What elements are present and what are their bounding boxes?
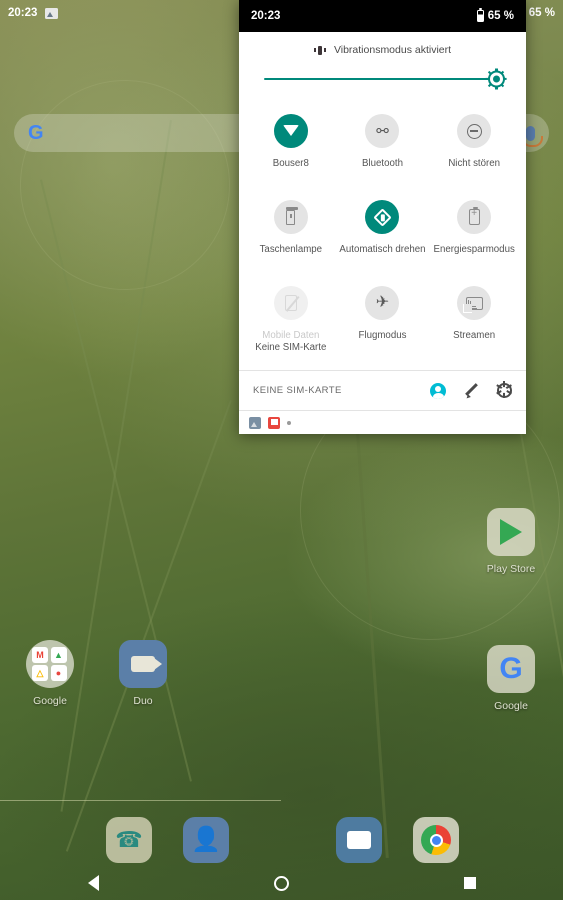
playstore-triangle: [500, 519, 522, 545]
panel-battery: 65 %: [487, 10, 514, 22]
brightness-slider[interactable]: [239, 62, 526, 96]
tile-circle: [273, 286, 308, 320]
tile-auto-rotate[interactable]: Automatisch drehen: [337, 192, 429, 278]
vibration-notice-label: Vibrationsmodus aktiviert: [333, 44, 452, 56]
dock-item-messages[interactable]: [336, 817, 382, 863]
tile-label: Bouser8: [272, 158, 309, 169]
battery-saver-icon: [468, 206, 480, 225]
no-sim-icon: [284, 295, 297, 311]
vibration-icon: [314, 44, 327, 57]
dock-item-chrome[interactable]: [413, 817, 459, 863]
tile-circle: [457, 286, 492, 320]
quick-settings-panel: 20:23 65 % Vibrationsmodus aktiviert Bou…: [239, 0, 526, 434]
tile-sublabel: Keine SIM-Karte: [255, 342, 327, 354]
tile-circle: ⚯: [365, 114, 400, 148]
panel-status-bar: 20:23 65 %: [239, 0, 526, 32]
panel-footer: KEINE SIM-KARTE: [239, 370, 526, 410]
tile-label: Automatisch drehen: [339, 244, 426, 255]
more-dot-icon: [287, 420, 291, 425]
google-icon: G: [487, 645, 535, 693]
do-not-disturb-icon: [466, 123, 482, 139]
tile-wifi[interactable]: Bouser8: [245, 106, 337, 192]
quick-settings-tiles: Bouser8 ⚯ Bluetooth Nicht stören Taschen…: [239, 96, 526, 370]
navigation-bar: [0, 866, 563, 900]
bluetooth-icon: ⚯: [376, 122, 389, 140]
pencil-icon[interactable]: [464, 383, 479, 398]
panel-status-right: 65 %: [476, 8, 514, 22]
tile-label: Taschenlampe: [259, 244, 323, 255]
playstore-icon: [487, 508, 535, 556]
folder-preview: M ▲ △ ●: [26, 640, 74, 688]
maps-icon: ▲: [50, 646, 67, 663]
wallpaper-seedhead: [20, 80, 230, 290]
gmail-icon: M: [32, 646, 48, 663]
app-label: Google: [33, 695, 67, 707]
app-icon-play-store[interactable]: Play Store: [473, 508, 549, 575]
flashlight-icon: [285, 206, 298, 225]
tile-label: Streamen: [453, 330, 496, 341]
dock: ☎ 👤: [0, 810, 563, 872]
tile-label: Nicht stören: [448, 158, 500, 169]
battery-icon: [476, 8, 484, 22]
dock-item-phone[interactable]: ☎: [106, 817, 152, 863]
brightness-thumb[interactable]: [485, 68, 507, 90]
tile-circle: [365, 200, 400, 234]
tile-circle: [457, 114, 492, 148]
tile-mobile-data[interactable]: Mobile Daten Keine SIM-Karte: [245, 278, 337, 364]
microphone-icon[interactable]: [522, 125, 543, 147]
user-avatar-icon[interactable]: [430, 382, 446, 399]
contacts-icon: 👤: [191, 826, 221, 853]
tile-flashlight[interactable]: Taschenlampe: [245, 192, 337, 278]
duo-icon: [119, 640, 167, 688]
tile-battery-saver[interactable]: Energiesparmodus: [428, 192, 520, 278]
app-icon-google[interactable]: G Google: [473, 645, 549, 712]
dock-divider: [0, 800, 281, 801]
recents-icon[interactable]: [463, 877, 476, 889]
app-icon-duo[interactable]: Duo: [105, 640, 181, 707]
messages-icon: [347, 831, 371, 849]
tile-circle: [457, 200, 492, 234]
dock-item-contacts[interactable]: 👤: [183, 817, 229, 863]
app-label: Google: [494, 700, 528, 712]
tile-label: Flugmodus: [358, 330, 407, 341]
wifi-icon: [282, 125, 299, 136]
app-label: Play Store: [486, 563, 536, 575]
app-red-icon[interactable]: [268, 416, 280, 429]
play-music-icon: ●: [50, 665, 67, 682]
notification-icon-strip[interactable]: [239, 410, 526, 434]
panel-time: 20:23: [251, 10, 281, 22]
tile-label: Mobile Daten: [262, 330, 320, 341]
status-bar-time: 20:23: [8, 7, 38, 19]
status-bar-battery: 65 %: [528, 7, 555, 19]
auto-rotate-icon: [373, 207, 392, 227]
footer-actions: [430, 381, 513, 399]
screenshot-image-icon[interactable]: [249, 416, 261, 429]
tile-airplane-mode[interactable]: ✈ Flugmodus: [337, 278, 429, 364]
chrome-icon: [421, 825, 451, 855]
tile-label: Bluetooth: [362, 158, 403, 169]
app-label: Duo: [133, 695, 153, 707]
tile-circle: [273, 114, 308, 148]
gear-icon[interactable]: [496, 381, 513, 399]
back-icon[interactable]: [87, 875, 99, 891]
tile-circle: [273, 200, 308, 234]
tile-cast[interactable]: Streamen: [428, 278, 520, 364]
image-icon: [45, 7, 59, 19]
home-icon[interactable]: [273, 875, 289, 891]
cast-icon: [462, 296, 483, 313]
airplane-icon: ✈: [375, 294, 390, 311]
drive-icon: △: [32, 665, 48, 682]
google-g-logo: G: [28, 122, 44, 144]
vibration-notice: Vibrationsmodus aktiviert: [239, 32, 526, 62]
phone-icon: ☎: [115, 827, 143, 852]
tile-do-not-disturb[interactable]: Nicht stören: [428, 106, 520, 192]
status-bar-left: 20:23: [8, 7, 59, 19]
tile-circle: ✈: [365, 286, 400, 320]
app-icon-google-folder[interactable]: M ▲ △ ● Google: [12, 640, 88, 707]
carrier-label: KEINE SIM-KARTE: [253, 385, 342, 396]
tile-bluetooth[interactable]: ⚯ Bluetooth: [337, 106, 429, 192]
brightness-track: [264, 78, 501, 80]
tile-label: Energiesparmodus: [433, 244, 515, 255]
